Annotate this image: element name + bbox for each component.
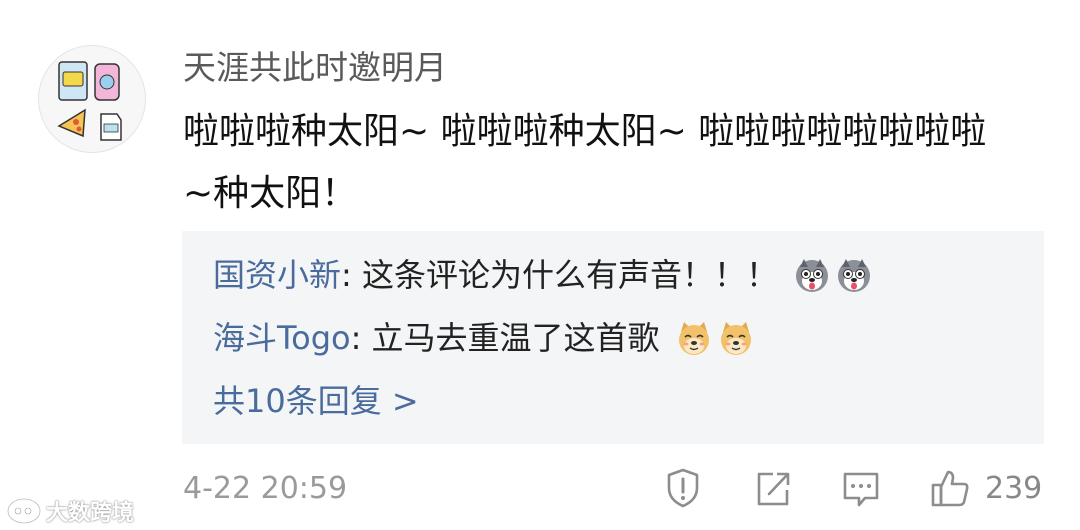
sticker-avatar-icon (57, 61, 122, 141)
watermark-logo-icon (6, 497, 42, 525)
reply-separator: : (350, 319, 372, 357)
reply-text: 这条评论为什么有声音！！！ (361, 256, 778, 294)
username[interactable]: 天涯共此时邀明月 (183, 44, 447, 92)
more-replies-link[interactable]: 共10条回复 > (213, 379, 419, 423)
comment-text-line: 啦啦啦种太阳~ 啦啦啦种太阳~ 啦啦啦啦啦啦啦啦 (183, 111, 987, 152)
husky-face-icon (796, 259, 829, 292)
reply-separator: : (341, 256, 362, 294)
like-count: 239 (985, 471, 1043, 506)
reply-text: 立马去重温了这首歌 (371, 319, 660, 357)
like-icon[interactable] (930, 466, 970, 510)
doge-face-icon (720, 322, 751, 355)
comment-icon[interactable] (841, 466, 881, 510)
watermark-text: 大数跨境 (46, 501, 135, 526)
report-icon[interactable] (663, 466, 703, 510)
comment-timestamp: 4-22 20:59 (183, 471, 348, 506)
husky-face-icon (838, 259, 871, 292)
comment-text-line: ~种太阳！ (183, 173, 358, 214)
reply-author[interactable]: 海斗Togo (213, 319, 351, 357)
doge-face-icon (678, 322, 709, 355)
avatar[interactable] (38, 45, 146, 153)
share-icon[interactable] (753, 466, 793, 510)
watermark: 大数跨境 (6, 494, 134, 528)
reply-author[interactable]: 国资小新 (213, 256, 341, 294)
comment-text: 啦啦啦种太阳~ 啦啦啦种太阳~ 啦啦啦啦啦啦啦啦 ~种太阳！ (183, 101, 1053, 225)
